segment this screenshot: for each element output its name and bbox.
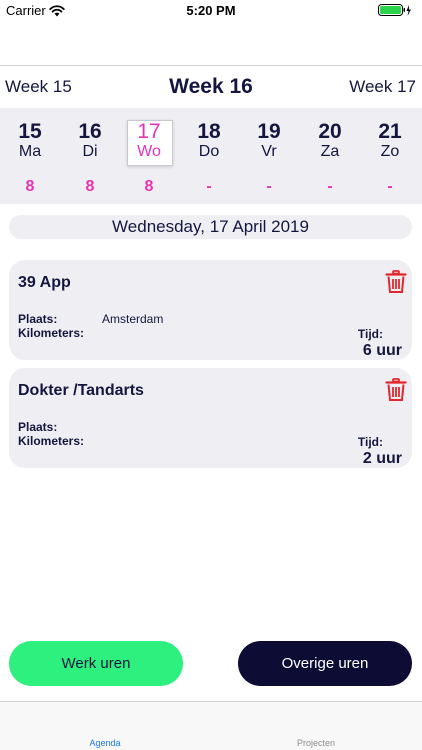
day-hours: 8 xyxy=(25,178,35,195)
entry-title: Dokter /Tandarts xyxy=(18,382,144,399)
plaats-value: Amsterdam xyxy=(102,312,164,326)
tijd-label: Tijd: xyxy=(357,435,383,449)
day-name: Ma xyxy=(18,143,42,160)
day-number: 16 xyxy=(78,120,102,143)
day-name: Vr xyxy=(261,143,277,160)
status-time: 5:20 PM xyxy=(186,3,236,18)
day-sunday[interactable]: 21 Zo - xyxy=(362,108,418,204)
day-friday[interactable]: 19 Vr - xyxy=(241,108,297,204)
day-monday[interactable]: 15 Ma 8 xyxy=(2,108,58,204)
next-week-button[interactable]: Week 17 xyxy=(349,77,416,97)
nav-header xyxy=(0,22,422,66)
tab-agenda[interactable]: Agenda xyxy=(55,738,155,748)
day-name: Do xyxy=(198,143,220,160)
day-hours: - xyxy=(266,178,272,195)
day-number: 21 xyxy=(378,120,402,143)
day-tuesday[interactable]: 16 Di 8 xyxy=(62,108,118,204)
day-name: Zo xyxy=(380,143,400,160)
previous-week-button[interactable]: Week 15 xyxy=(5,77,72,97)
day-number: 20 xyxy=(318,120,342,143)
day-hours: - xyxy=(387,178,393,195)
tijd-label: Tijd: xyxy=(357,327,383,341)
tijd-value: 6 uur xyxy=(362,342,402,359)
entry-card[interactable]: 39 App Plaats: Amsterdam Kilometers: Tij… xyxy=(9,260,412,360)
status-bar: Carrier 5:20 PM xyxy=(0,0,422,22)
day-number: 15 xyxy=(18,120,42,143)
day-number: 17 xyxy=(137,120,161,143)
selected-date-label: Wednesday, 17 April 2019 xyxy=(9,215,412,239)
plaats-label: Plaats: xyxy=(18,420,58,434)
day-hours: - xyxy=(327,178,333,195)
entry-title: 39 App xyxy=(18,274,71,291)
day-number: 19 xyxy=(257,120,281,143)
day-hours: - xyxy=(206,178,212,195)
tijd-value: 2 uur xyxy=(362,450,402,467)
overige-uren-button[interactable]: Overige uren xyxy=(238,641,412,686)
entry-card[interactable]: Dokter /Tandarts Plaats: Kilometers: Tij… xyxy=(9,368,412,468)
day-name: Wo xyxy=(137,143,161,160)
day-number: 18 xyxy=(197,120,221,143)
day-thursday[interactable]: 18 Do - xyxy=(181,108,237,204)
day-saturday[interactable]: 20 Za - xyxy=(302,108,358,204)
tab-bar: Agenda Projecten xyxy=(0,701,422,750)
trash-icon[interactable] xyxy=(385,378,407,402)
day-name: Di xyxy=(82,143,98,160)
day-wednesday[interactable]: 17 Wo 8 xyxy=(121,108,177,204)
kilometers-label: Kilometers: xyxy=(18,326,85,340)
day-name: Za xyxy=(320,143,340,160)
week-navigation: Week 15 Week 16 Week 17 xyxy=(0,72,422,106)
trash-icon[interactable] xyxy=(385,270,407,294)
days-strip: 15 Ma 8 16 Di 8 17 Wo 8 18 Do - 19 Vr - … xyxy=(0,108,422,204)
day-hours: 8 xyxy=(85,178,95,195)
current-week-title: Week 16 xyxy=(169,75,253,98)
battery-icon xyxy=(378,4,412,22)
werk-uren-button[interactable]: Werk uren xyxy=(9,641,183,686)
plaats-label: Plaats: xyxy=(18,312,58,326)
day-hours: 8 xyxy=(144,178,154,195)
kilometers-label: Kilometers: xyxy=(18,434,85,448)
tab-projecten[interactable]: Projecten xyxy=(266,738,366,748)
